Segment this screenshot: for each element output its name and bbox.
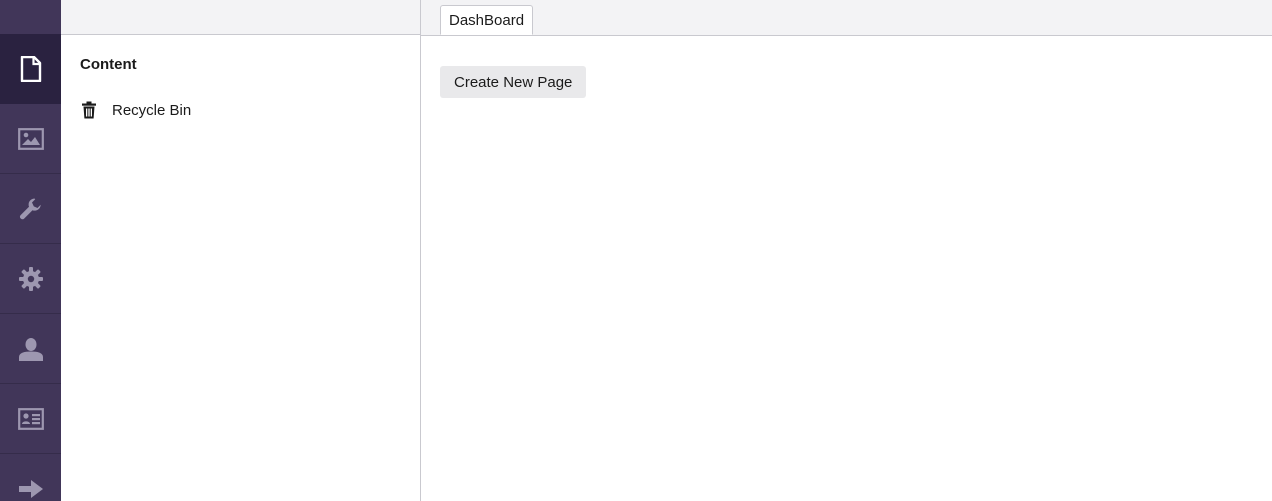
- tree-item-label: Recycle Bin: [112, 101, 192, 119]
- document-icon: [20, 55, 41, 82]
- gear-icon: [18, 266, 43, 291]
- tabs-bar: DashBoard: [421, 0, 1272, 36]
- section-rail: [0, 0, 61, 501]
- rail-top-spacer: [0, 0, 61, 34]
- rail-item-member-types[interactable]: [0, 384, 61, 454]
- rail-item-media[interactable]: [0, 104, 61, 174]
- tree-item-recycle-bin[interactable]: Recycle Bin: [80, 100, 191, 120]
- wrench-icon: [19, 198, 41, 219]
- rail-item-settings-tools[interactable]: [0, 174, 61, 244]
- content-tree-panel: Content Recycle Bin: [61, 0, 421, 501]
- image-icon: [17, 127, 44, 150]
- arrow-right-icon: [18, 479, 43, 498]
- user-icon: [18, 337, 43, 361]
- rail-item-content[interactable]: [0, 34, 61, 104]
- create-new-page-button[interactable]: Create New Page: [440, 66, 587, 98]
- rail-item-members[interactable]: [0, 314, 61, 384]
- tab-dashboard[interactable]: DashBoard: [440, 5, 534, 35]
- app-window: Content Recycle Bin DashBoard Create New…: [0, 0, 1272, 501]
- trash-icon: [80, 100, 98, 120]
- dashboard-main: DashBoard Create New Page: [421, 0, 1272, 501]
- rail-item-settings[interactable]: [0, 244, 61, 314]
- id-card-icon: [17, 407, 44, 430]
- tree-section-heading: Content: [80, 56, 137, 73]
- rail-item-forms[interactable]: [0, 454, 61, 501]
- tree-header-bar: [61, 0, 420, 35]
